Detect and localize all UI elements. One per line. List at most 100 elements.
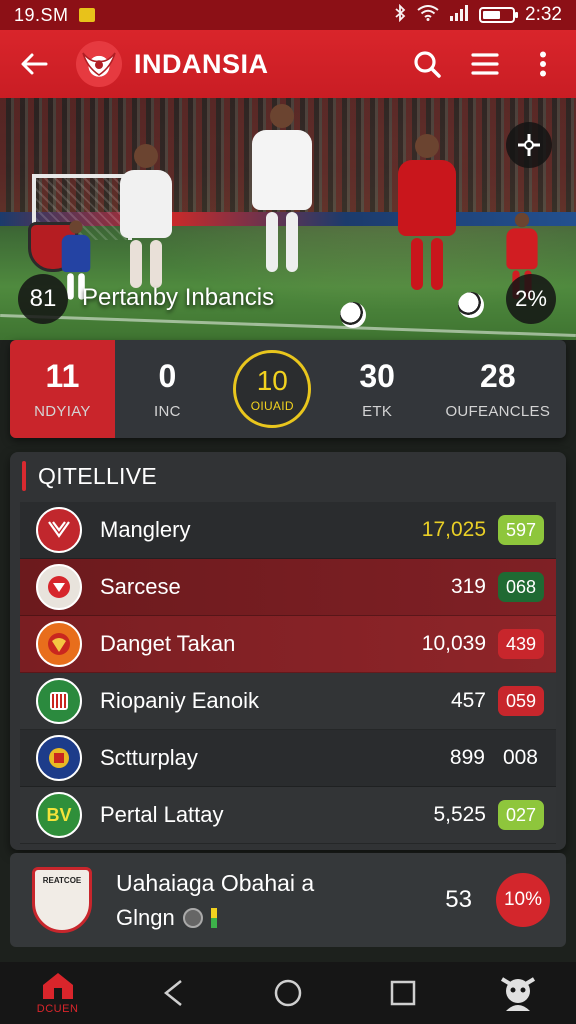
stat-label: NDYIAY [34,403,91,420]
team-badge: 597 [498,515,544,545]
wifi-icon [417,5,439,25]
player-red [398,134,456,290]
team-value: 5,525 [433,803,486,826]
search-button[interactable] [410,47,444,81]
nav-recents[interactable] [373,965,433,1021]
stat-tile-4[interactable]: 30 ETK [325,340,430,438]
bluetooth-icon [393,3,407,26]
home-icon [42,973,73,999]
back-button[interactable] [16,46,52,82]
live-panel: QITELLIVE Manglery 17,025 597 Sarcese 31… [10,452,566,850]
stat-label: OUFEANCLES [445,403,551,420]
stats-strip: 11 NDYIAY 0 INC 10 OIUAID 30 ETK 28 OUFE… [10,340,566,438]
stat-value: 0 [158,358,177,394]
team-crest-icon [36,507,82,553]
list-item[interactable]: Riopaniy Eanoik 457 059 [20,673,556,730]
stat-value: 30 [359,358,395,394]
stat-tile-3[interactable]: 10 OIUAID [220,340,325,438]
circle-home-icon [274,979,302,1007]
featured-card[interactable]: REATCOE Uahaiaga Obahai a Glngn 53 10% [10,853,566,947]
list-item[interactable]: Manglery 17,025 597 [20,502,556,559]
team-name: Manglery [100,517,191,542]
back-arrow-icon [21,53,48,75]
stat-value: 11 [45,358,80,394]
pitch-line [0,313,576,338]
ball-icon [182,907,203,928]
stat-label: OIUAID [250,399,294,413]
list-item[interactable]: Sarcese 319 068 [20,559,556,616]
nav-back[interactable] [143,965,203,1021]
nav-mascot[interactable] [488,965,548,1021]
team-crest-icon [36,621,82,667]
stat-tile-1[interactable]: 11 NDYIAY [10,340,115,438]
featured-title: Uahaiaga Obahai a [116,869,315,896]
team-badge: 008 [502,746,538,769]
list-item[interactable]: Danget Takan 10,039 439 [20,616,556,673]
list-item[interactable]: BV Pertal Lattay 5,525 027 [20,787,556,844]
crosshair-button[interactable] [506,122,552,168]
more-vertical-icon [540,51,546,77]
nav-home[interactable]: DCUEN [28,965,88,1021]
team-badge: 439 [498,629,544,659]
stat-value: 28 [480,358,516,394]
panel-title: QITELLIVE [38,462,158,489]
featured-percent-badge: 10% [496,873,550,927]
stat-label: ETK [362,403,393,420]
stat-ring: 10 OIUAID [233,350,312,428]
team-name: Danget Takan [100,631,236,656]
flag-stripe-icon [210,907,217,928]
app-logo [76,41,122,87]
team-crest-icon [36,678,82,724]
team-crest-icon: BV [36,792,82,838]
sim-card-icon [78,8,95,22]
status-time-right: 2:32 [525,4,562,25]
panel-accent-bar [22,461,26,491]
eagle-logo-icon [82,52,116,76]
battery-icon [479,7,519,23]
hero-banner[interactable]: 81 Pertanby Inbancis 2% [0,98,576,340]
player-white-2 [252,104,312,272]
football [340,302,366,328]
signal-icon [449,5,469,25]
status-time-left: 19.SM [14,4,69,25]
crest-initials: BV [46,804,72,825]
team-value: 457 [450,689,486,712]
stat-tile-5[interactable]: 28 OUFEANCLES [430,340,566,438]
team-name: Sctturplay [100,745,198,770]
team-badge: 068 [498,572,544,602]
team-value: 899 [449,746,485,769]
crosshair-icon [518,134,540,156]
team-name: Sarcese [100,574,181,599]
player-white-1 [120,144,172,288]
crest-text: REATCOE [42,876,82,885]
mascot-icon [501,977,536,1011]
team-badge: 027 [498,800,544,830]
square-recents-icon [390,980,416,1006]
stat-value: 10 [256,365,288,396]
team-crest-icon [36,735,82,781]
hero-right-value: 2% [515,286,547,311]
stat-tile-2[interactable]: 0 INC [115,340,220,438]
battery-fill [483,11,501,19]
more-button[interactable] [526,47,560,81]
hero-left-value: 81 [29,285,57,312]
team-name: Riopaniy Eanoik [100,688,259,713]
featured-subtitle: Glngn [116,904,175,930]
team-value: 17,025 [421,518,486,541]
panel-header: QITELLIVE [10,452,566,500]
stat-label: INC [153,403,181,420]
team-name: Pertal Lattay [100,802,224,827]
status-bar: 19.SM 2:32 [0,0,576,30]
hero-caption: Pertanby Inbancis [82,284,275,311]
team-list: Manglery 17,025 597 Sarcese 319 068 Dang… [20,502,556,844]
bottom-nav: DCUEN [0,962,576,1024]
featured-crest-icon: REATCOE [32,867,92,933]
nav-home-circle[interactable] [258,965,318,1021]
list-item[interactable]: Sctturplay 899 008 [20,730,556,787]
nav-home-label: DCUEN [36,1003,79,1015]
hero-left-round: 81 [18,274,68,324]
app-title: INDANSIA [134,48,269,79]
menu-button[interactable] [468,47,502,81]
team-crest-icon [36,564,82,610]
team-badge: 059 [498,686,544,716]
